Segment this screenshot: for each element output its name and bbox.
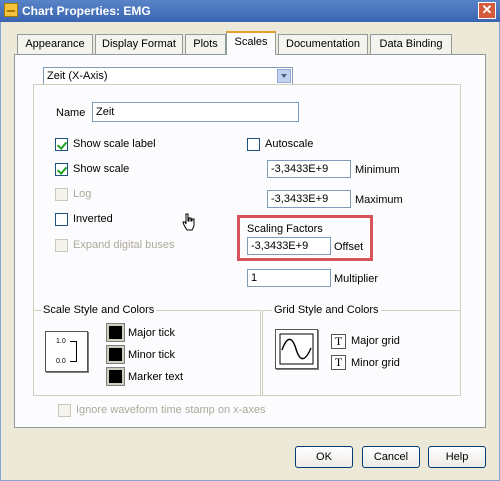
tab-appearance[interactable]: Appearance	[17, 34, 93, 54]
name-input[interactable]	[92, 102, 299, 122]
scale-style-button[interactable]: 1.0 0.0	[45, 331, 88, 372]
app-icon	[4, 3, 18, 17]
major-tick-color-swatch[interactable]	[106, 323, 125, 342]
ok-button[interactable]: OK	[295, 446, 353, 468]
show-scale-label-label: Show scale label	[73, 138, 156, 150]
maximum-input[interactable]	[267, 190, 351, 208]
tab-scales[interactable]: Scales	[226, 31, 276, 55]
close-button[interactable]: ✕	[478, 2, 496, 19]
scale-style-bottom: 0.0	[56, 358, 66, 365]
grid-style-title: Grid Style and Colors	[272, 304, 381, 316]
show-scale-checkbox[interactable]	[55, 163, 68, 176]
maximum-label: Maximum	[355, 194, 403, 206]
log-label: Log	[73, 188, 92, 200]
major-grid-label: Major grid	[351, 335, 400, 347]
name-label: Name	[56, 107, 86, 119]
grid-style-button[interactable]	[275, 329, 318, 369]
tab-data-binding[interactable]: Data Binding	[370, 34, 452, 54]
minor-grid-label: Minor grid	[351, 357, 400, 369]
ignore-timestamp-label: Ignore waveform time stamp on x-axes	[76, 404, 266, 416]
minor-tick-label: Minor tick	[128, 349, 176, 361]
autoscale-checkbox[interactable]	[247, 138, 260, 151]
scaling-factors-highlight	[237, 215, 373, 261]
ignore-timestamp-checkbox[interactable]	[58, 404, 71, 417]
inverted-checkbox[interactable]	[55, 213, 68, 226]
major-tick-label: Major tick	[128, 327, 176, 339]
autoscale-label: Autoscale	[265, 138, 314, 150]
inverted-label: Inverted	[73, 213, 113, 225]
minimum-label: Minimum	[355, 164, 400, 176]
log-checkbox[interactable]	[55, 188, 68, 201]
chevron-down-icon[interactable]	[277, 69, 291, 83]
scale-style-title: Scale Style and Colors	[41, 304, 157, 316]
scale-style-top: 1.0	[56, 338, 66, 345]
window-title: Chart Properties: EMG	[22, 4, 151, 18]
expand-digital-buses-checkbox[interactable]	[55, 239, 68, 252]
multiplier-input[interactable]	[247, 269, 331, 287]
title-bar: Chart Properties: EMG ✕	[0, 0, 500, 22]
cancel-button[interactable]: Cancel	[362, 446, 420, 468]
marker-text-color-swatch[interactable]	[106, 367, 125, 386]
scale-select-value: Zeit (X-Axis)	[47, 70, 108, 82]
show-scale-label-checkbox[interactable]	[55, 138, 68, 151]
minor-grid-color-button[interactable]: T	[331, 355, 346, 370]
minimum-input[interactable]	[267, 160, 351, 178]
scale-axis-line	[76, 341, 77, 362]
minor-tick-color-swatch[interactable]	[106, 345, 125, 364]
help-button[interactable]: Help	[428, 446, 486, 468]
tab-plots[interactable]: Plots	[185, 34, 226, 54]
major-grid-color-button[interactable]: T	[331, 334, 346, 349]
tab-documentation[interactable]: Documentation	[278, 34, 368, 54]
show-scale-label-text: Show scale	[73, 163, 130, 175]
scale-select[interactable]: Zeit (X-Axis)	[43, 67, 293, 85]
tab-display-format[interactable]: Display Format	[95, 34, 183, 54]
marker-text-label: Marker text	[128, 371, 184, 383]
expand-digital-buses-label: Expand digital buses	[73, 239, 175, 251]
grid-sine-icon	[279, 333, 314, 365]
hand-cursor-icon	[182, 213, 195, 231]
multiplier-label: Multiplier	[334, 273, 379, 285]
